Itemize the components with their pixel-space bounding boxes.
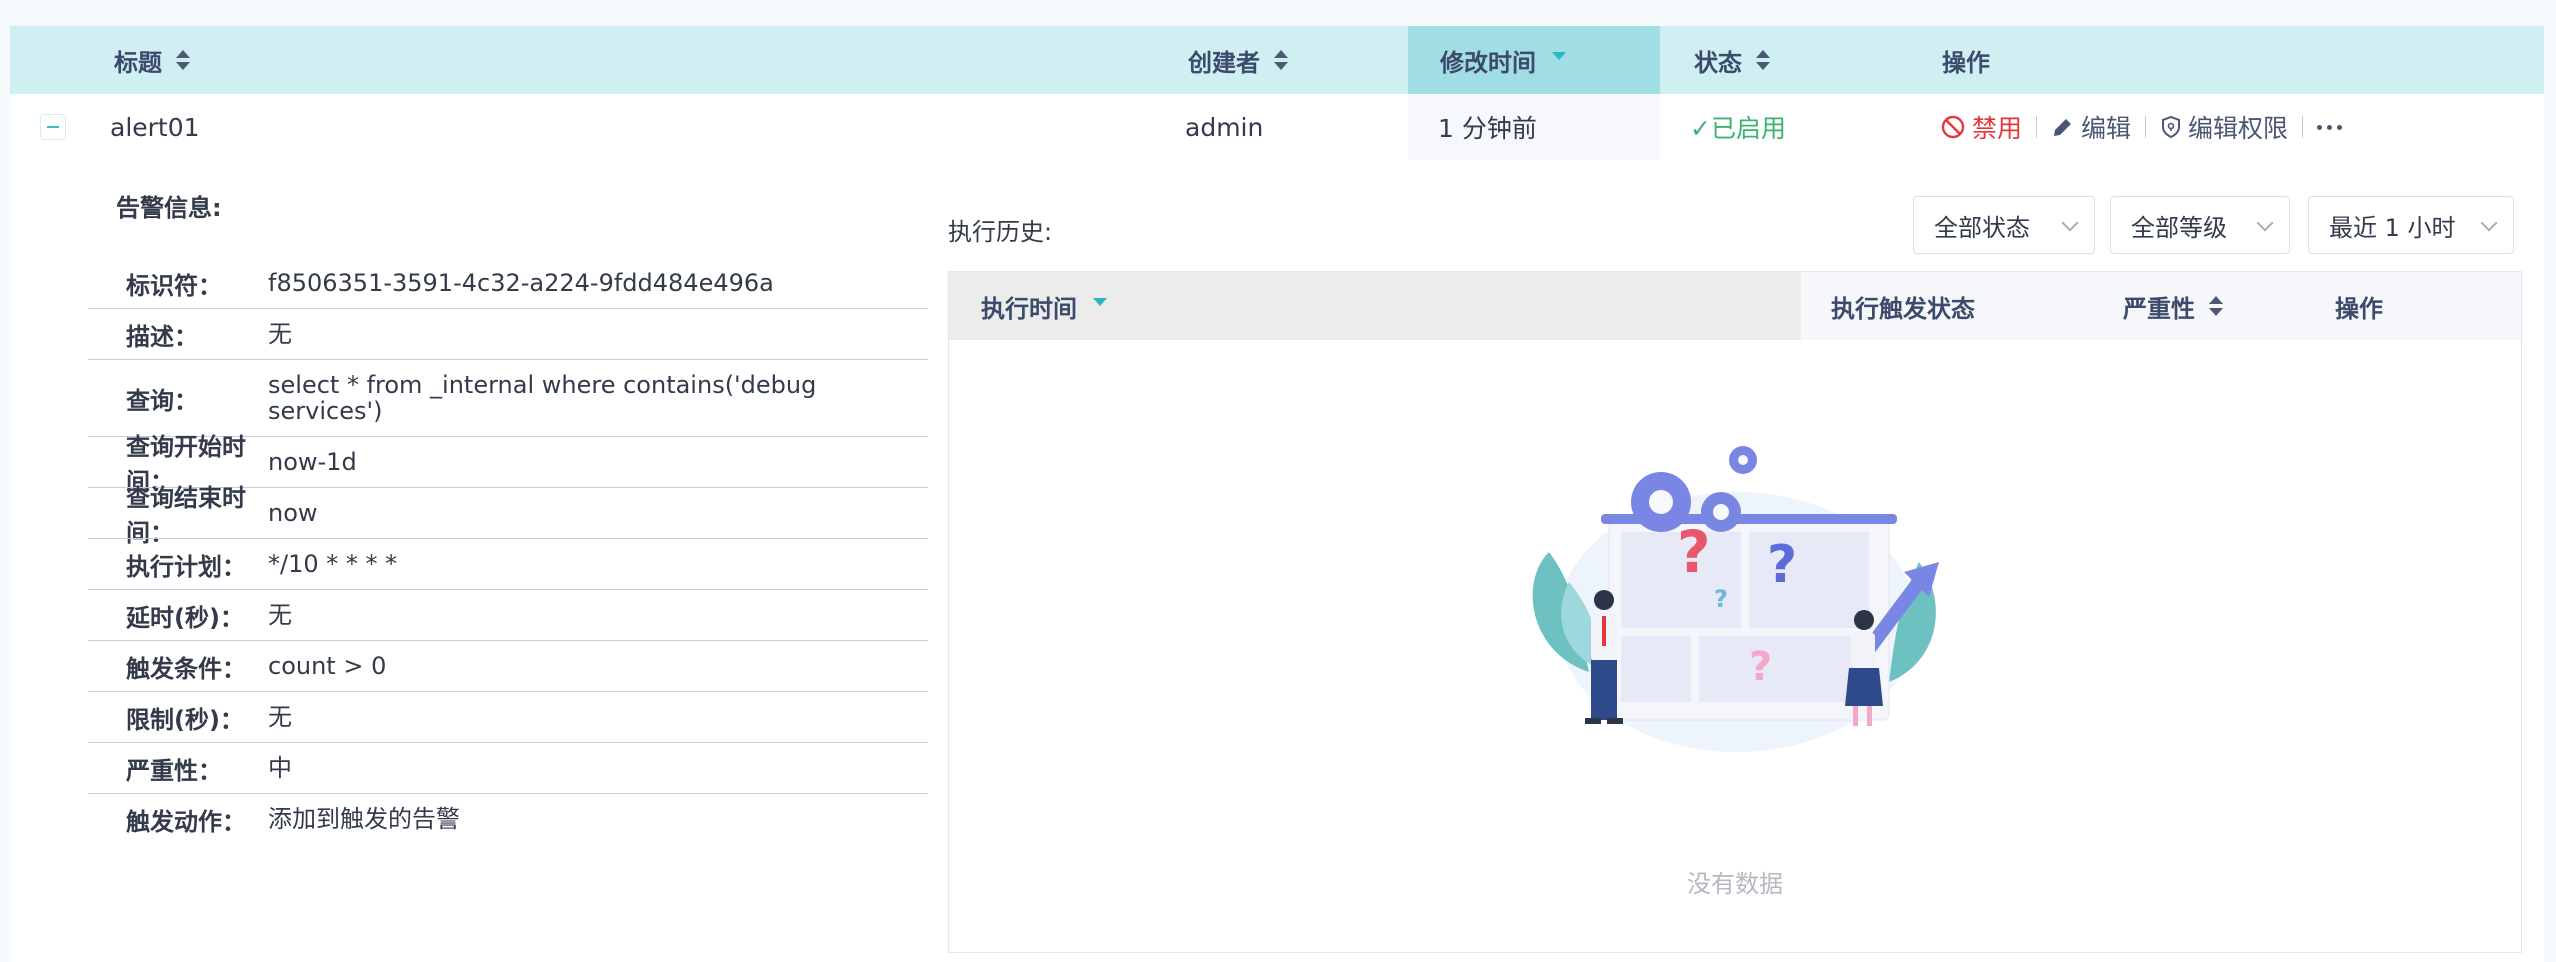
info-value: */10 * * * * (268, 550, 398, 578)
alert-info-title: 告警信息: (116, 194, 222, 222)
chevron-down-icon (2480, 214, 2498, 232)
row-actions: 禁用 编辑 编辑权限 (1940, 94, 2343, 160)
svg-text:?: ? (1767, 535, 1797, 595)
info-key: 描述： (126, 322, 198, 351)
sort-icon[interactable] (1756, 50, 1770, 70)
sort-icon[interactable] (176, 50, 190, 70)
info-row-trigger-action: 触发动作： 添加到触发的告警 (88, 793, 928, 844)
chevron-down-icon (2061, 214, 2079, 232)
column-creator-label: 创建者 (1188, 48, 1260, 77)
info-row-delay: 延时(秒)： 无 (88, 589, 928, 640)
info-key: 严重性： (126, 756, 222, 785)
column-header-history-actions: 操作 (2335, 272, 2383, 340)
info-row-description: 描述： 无 (88, 308, 928, 359)
info-key: 限制(秒)： (126, 705, 244, 734)
row-creator: admin (1185, 112, 1264, 142)
column-status-label: 状态 (1694, 48, 1742, 77)
severity-label: 严重性 (2123, 294, 2195, 323)
row-modified-time: 1 分钟前 (1408, 94, 1660, 160)
disable-button[interactable]: 禁用 (1940, 109, 2022, 145)
info-value: now-1d (268, 448, 357, 476)
column-header-trigger-status: 执行触发状态 (1831, 272, 1975, 340)
history-table-header: 执行时间 执行触发状态 严重性 操作 (949, 272, 2521, 340)
edit-label: 编辑 (2081, 114, 2132, 143)
empty-state-illustration: ? ? ? ? (1532, 446, 1939, 752)
info-key: 触发动作： (126, 807, 246, 836)
sort-descending-icon[interactable] (1093, 298, 1107, 306)
divider (2036, 116, 2038, 138)
info-key: 标识符： (126, 271, 222, 300)
column-header-title[interactable]: 标题 (114, 26, 190, 94)
sort-descending-icon[interactable] (1552, 52, 1566, 60)
svg-text:?: ? (1677, 518, 1711, 586)
table-row[interactable]: alert01 admin 1 分钟前 ✓已启用 禁用 编辑 编辑权限 (10, 94, 2544, 160)
svg-text:?: ? (1749, 644, 1772, 690)
column-header-status[interactable]: 状态 (1694, 26, 1770, 94)
info-row-severity: 严重性： 中 (88, 742, 928, 793)
exec-time-label: 执行时间 (981, 294, 1077, 323)
info-value: 添加到触发的告警 (268, 805, 460, 833)
execution-history-table: 执行时间 执行触发状态 严重性 操作 ? ? ? ? 没有数据 (948, 271, 2522, 953)
empty-state-text: 没有数据 (1687, 870, 1783, 898)
column-header-creator[interactable]: 创建者 (1188, 26, 1288, 94)
more-icon[interactable] (2317, 124, 2343, 130)
info-row-limit: 限制(秒)： 无 (88, 691, 928, 742)
edit-button[interactable]: 编辑 (2051, 109, 2131, 145)
sort-icon[interactable] (1274, 50, 1288, 70)
column-modified-label: 修改时间 (1440, 48, 1536, 77)
alert-info-table: 标识符： f8506351-3591-4c32-a224-9fdd484e496… (88, 258, 928, 844)
ban-icon (1941, 115, 1965, 139)
column-header-actions: 操作 (1942, 26, 1990, 94)
level-filter-value: 全部等级 (2131, 213, 2227, 242)
trigger-status-label: 执行触发状态 (1831, 294, 1975, 323)
history-actions-label: 操作 (2335, 294, 2383, 323)
svg-text:?: ? (1714, 585, 1728, 613)
info-key: 执行计划： (126, 552, 246, 581)
info-key: 查询： (126, 386, 198, 415)
chevron-down-icon (2256, 214, 2274, 232)
info-row-schedule: 执行计划： */10 * * * * (88, 538, 928, 589)
info-row-query-end: 查询结束时间： now (88, 484, 928, 547)
alerts-table-panel: 标题 创建者 修改时间 状态 操作 alert01 admin 1 分钟前 ✓已… (10, 26, 2544, 962)
modified-time-text: 1 分钟前 (1438, 114, 1537, 143)
info-value: select * from _internal where contains('… (268, 371, 817, 425)
status-filter-select[interactable]: 全部状态 (1913, 196, 2095, 254)
info-value: 无 (268, 703, 292, 731)
info-row-trigger-condition: 触发条件： count > 0 (88, 640, 928, 691)
column-title-label: 标题 (114, 48, 162, 77)
column-header-severity[interactable]: 严重性 (2123, 272, 2223, 340)
info-value: count > 0 (268, 652, 387, 680)
time-range-value: 最近 1 小时 (2329, 213, 2456, 242)
edit-permissions-button[interactable]: 编辑权限 (2160, 109, 2288, 145)
info-key: 触发条件： (126, 654, 246, 683)
divider (2302, 116, 2304, 138)
execution-history-title: 执行历史: (948, 218, 1053, 246)
pencil-icon (2054, 119, 2072, 136)
collapse-row-button[interactable] (40, 114, 66, 140)
info-row-identifier: 标识符： f8506351-3591-4c32-a224-9fdd484e496… (88, 258, 928, 308)
row-title[interactable]: alert01 (110, 94, 200, 160)
edit-permissions-label: 编辑权限 (2188, 114, 2289, 143)
column-actions-label: 操作 (1942, 48, 1990, 77)
divider (2145, 116, 2147, 138)
column-header-modified[interactable]: 修改时间 (1408, 26, 1660, 94)
info-key: 延时(秒)： (126, 603, 244, 632)
column-header-exec-time[interactable]: 执行时间 (981, 272, 1107, 340)
shield-icon (2162, 115, 2181, 139)
table-header: 标题 创建者 修改时间 状态 操作 (10, 26, 2544, 94)
info-row-query: 查询： select * from _internal where contai… (88, 359, 928, 436)
info-value: 无 (268, 601, 292, 629)
status-filter-value: 全部状态 (1934, 213, 2030, 242)
info-value: 中 (268, 754, 292, 782)
info-value: now (268, 499, 318, 527)
info-value: 无 (268, 320, 292, 348)
time-range-select[interactable]: 最近 1 小时 (2308, 196, 2514, 254)
info-value: f8506351-3591-4c32-a224-9fdd484e496a (268, 269, 774, 297)
status-badge: ✓已启用 (1690, 114, 1786, 143)
level-filter-select[interactable]: 全部等级 (2110, 196, 2290, 254)
sort-icon[interactable] (2209, 296, 2223, 316)
disable-label: 禁用 (1972, 114, 2023, 143)
